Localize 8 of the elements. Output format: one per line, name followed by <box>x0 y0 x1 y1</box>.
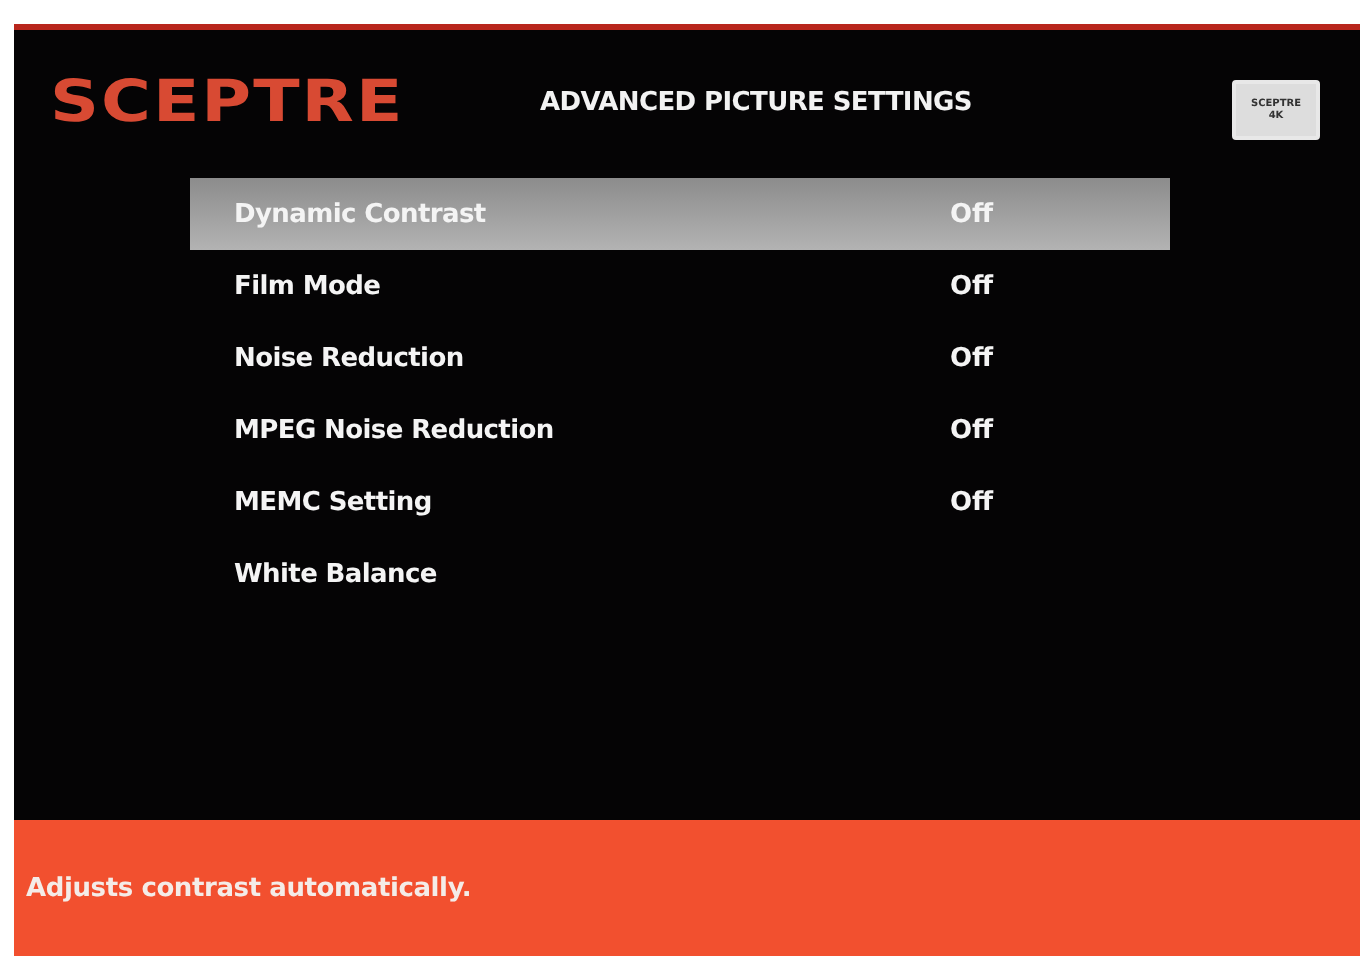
menu-item[interactable]: MPEG Noise Reduction Off <box>190 394 1170 466</box>
menu-item[interactable]: Noise Reduction Off <box>190 322 1170 394</box>
help-text: Adjusts contrast automatically. <box>26 873 472 903</box>
brand-logo: SCEPTRE <box>50 68 407 136</box>
menu-item[interactable]: MEMC Setting Off <box>190 466 1170 538</box>
menu-item[interactable]: Film Mode Off <box>190 250 1170 322</box>
menu-item[interactable]: White Balance <box>190 538 1170 610</box>
menu-title: ADVANCED PICTURE SETTINGS <box>540 87 974 117</box>
